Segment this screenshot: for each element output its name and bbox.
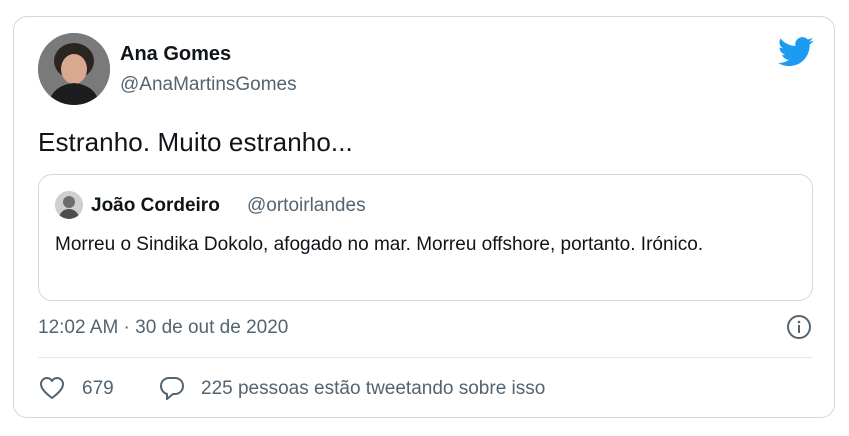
twitter-bird-icon[interactable] — [778, 37, 814, 67]
quoted-author-avatar[interactable] — [55, 191, 83, 219]
quoted-text: Morreu o Sindika Dokolo, afogado no mar.… — [55, 234, 704, 255]
conversation-link[interactable]: 225 pessoas estão tweetando sobre isso — [201, 378, 545, 400]
author-avatar[interactable] — [38, 33, 110, 105]
like-count[interactable]: 679 — [82, 378, 114, 400]
quoted-tweet[interactable]: João Cordeiro @ortoirlandes Morreu o Sin… — [38, 174, 813, 301]
tweet-card[interactable]: Ana Gomes @AnaMartinsGomes Estranho. Mui… — [13, 16, 835, 418]
quoted-author-handle[interactable]: @ortoirlandes — [247, 195, 366, 217]
quoted-author-name[interactable]: João Cordeiro — [91, 195, 220, 217]
info-icon[interactable] — [786, 314, 812, 340]
tweet-text: Estranho. Muito estranho... — [38, 127, 353, 157]
divider — [38, 357, 813, 358]
author-handle[interactable]: @AnaMartinsGomes — [120, 74, 297, 96]
reply-bubble-icon[interactable] — [158, 374, 186, 402]
author-name[interactable]: Ana Gomes — [120, 43, 231, 66]
timestamp[interactable]: 12:02 AM · 30 de out de 2020 — [38, 317, 288, 339]
heart-icon[interactable] — [38, 374, 66, 402]
